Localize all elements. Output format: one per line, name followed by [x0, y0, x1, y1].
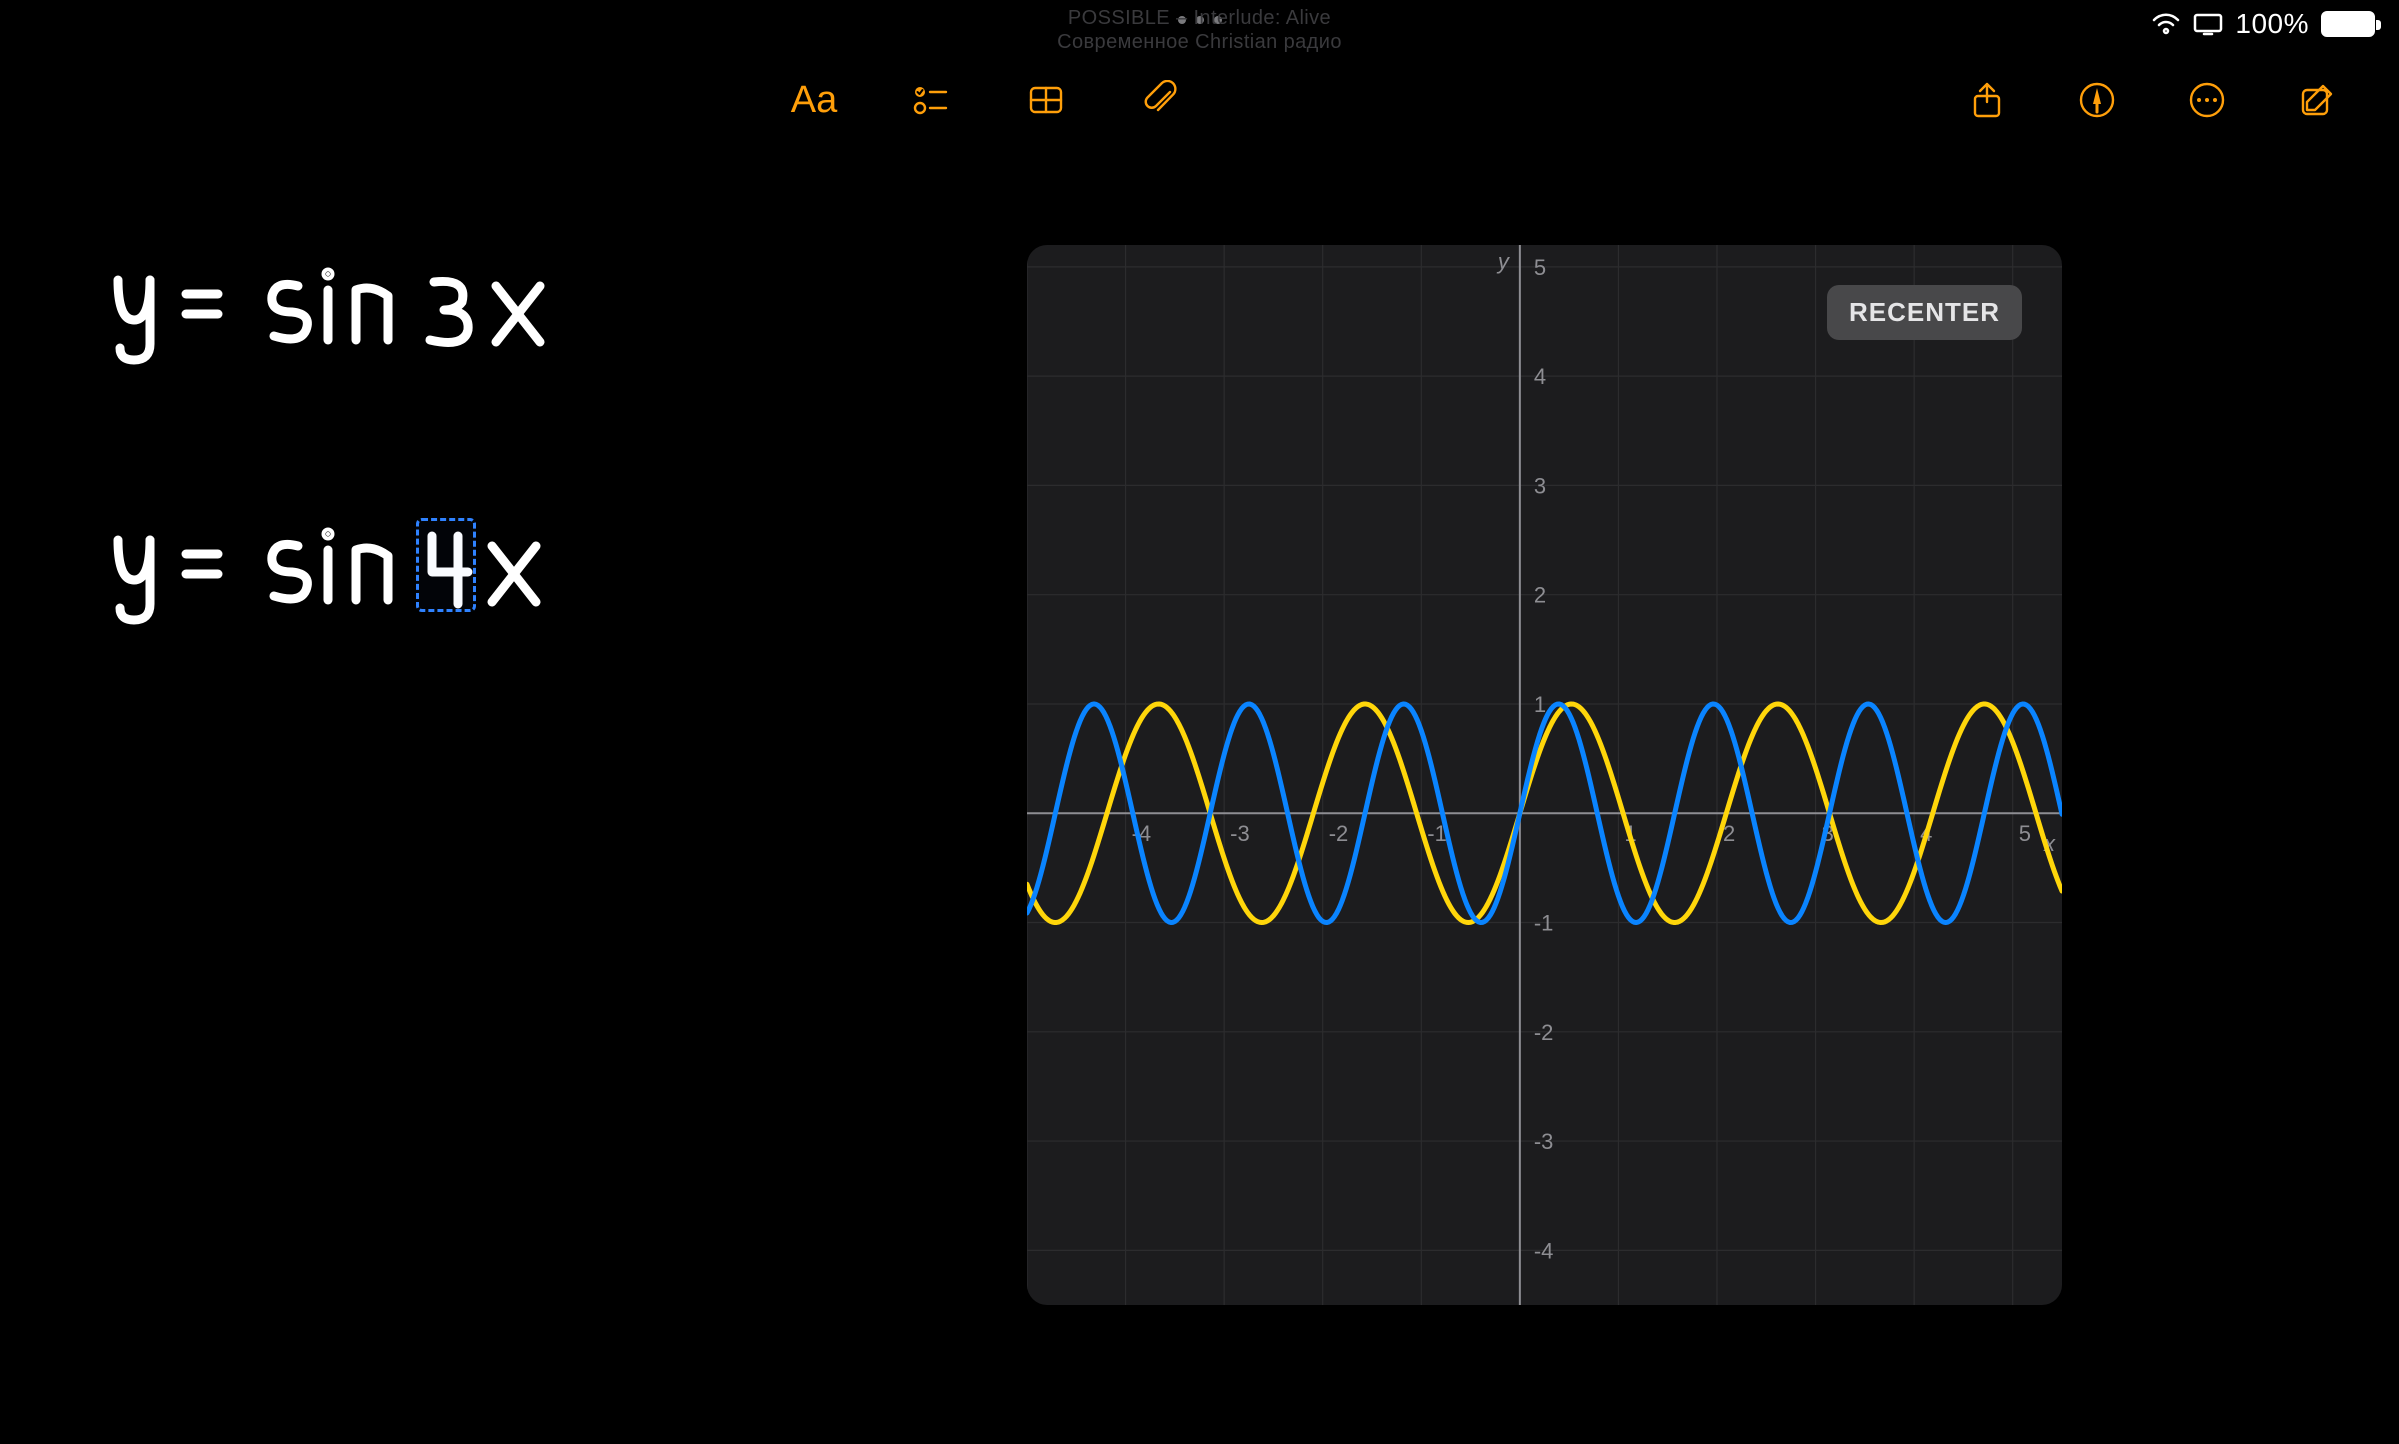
handwriting-eq2 — [100, 520, 620, 630]
recenter-button[interactable]: RECENTER — [1827, 285, 2022, 340]
text-format-button[interactable]: Aa — [790, 76, 838, 124]
svg-text:-3: -3 — [1230, 821, 1250, 846]
markup-button[interactable] — [2073, 76, 2121, 124]
battery-percent: 100% — [2235, 8, 2309, 40]
battery-icon — [2321, 11, 2375, 37]
table-button[interactable] — [1022, 76, 1070, 124]
background-media-line2: Современное Christian радио — [1057, 30, 1342, 54]
status-bar: 100% — [2151, 8, 2375, 40]
multitask-dots[interactable] — [1178, 16, 1222, 24]
svg-text:-1: -1 — [1534, 911, 1554, 936]
svg-text:-2: -2 — [1329, 821, 1349, 846]
more-button[interactable] — [2183, 76, 2231, 124]
svg-text:-3: -3 — [1534, 1129, 1554, 1154]
svg-text:5: 5 — [1534, 255, 1546, 280]
equation-1[interactable]: y = sin 3 x — [100, 260, 720, 370]
attach-button[interactable] — [1138, 76, 1186, 124]
toolbar-right — [1963, 76, 2341, 124]
svg-text:3: 3 — [1534, 473, 1546, 498]
svg-text:y: y — [1496, 249, 1511, 274]
svg-text:-4: -4 — [1534, 1238, 1554, 1263]
svg-text:-2: -2 — [1534, 1020, 1554, 1045]
handwriting-area[interactable]: y = sin 3 x — [100, 260, 720, 780]
svg-text:5: 5 — [2019, 821, 2031, 846]
screen-mirror-icon — [2193, 12, 2223, 36]
share-button[interactable] — [1963, 76, 2011, 124]
svg-text:4: 4 — [1534, 364, 1546, 389]
chart-canvas[interactable]: -4-3-2-112345-4-3-2-112345xy — [1027, 245, 2062, 1305]
compose-button[interactable] — [2293, 76, 2341, 124]
toolbar: Aa — [0, 62, 2399, 138]
text-format-label: Aa — [791, 79, 837, 122]
background-media-title: POSSIBLE – Interlude: Alive Современное … — [1057, 6, 1342, 54]
equation-2[interactable]: y = sin 4 x — [100, 520, 720, 630]
svg-text:1: 1 — [1534, 692, 1546, 717]
checklist-button[interactable] — [906, 76, 954, 124]
svg-text:2: 2 — [1534, 583, 1546, 608]
wifi-icon — [2151, 12, 2181, 36]
handwriting-eq1 — [100, 260, 620, 370]
scratch-selection-box[interactable] — [416, 518, 476, 612]
toolbar-left: Aa — [0, 76, 1186, 124]
graph-panel[interactable]: RECENTER -4-3-2-112345-4-3-2-112345xy — [1027, 245, 2062, 1305]
